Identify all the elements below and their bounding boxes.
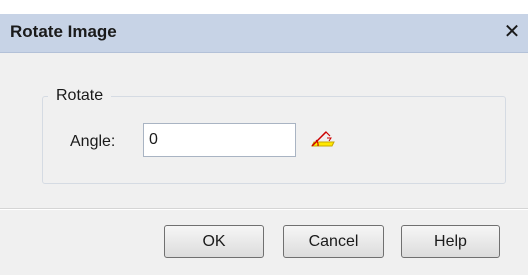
rotate-image-dialog: Rotate Image ✕ Rotate Angle: OK Cancel H…	[0, 0, 528, 275]
button-separator	[0, 208, 528, 210]
ok-button[interactable]: OK	[164, 225, 264, 258]
angle-input[interactable]	[143, 123, 296, 157]
help-button[interactable]: Help	[401, 225, 500, 258]
rotate-group-label: Rotate	[48, 87, 112, 105]
title-bar[interactable]: Rotate Image ✕	[0, 14, 528, 53]
angle-label: Angle:	[70, 133, 116, 150]
top-strip	[0, 0, 528, 14]
cancel-button[interactable]: Cancel	[283, 225, 384, 258]
dialog-title: Rotate Image	[10, 22, 117, 41]
close-icon[interactable]: ✕	[500, 18, 524, 46]
angle-measure-icon[interactable]	[310, 128, 338, 150]
